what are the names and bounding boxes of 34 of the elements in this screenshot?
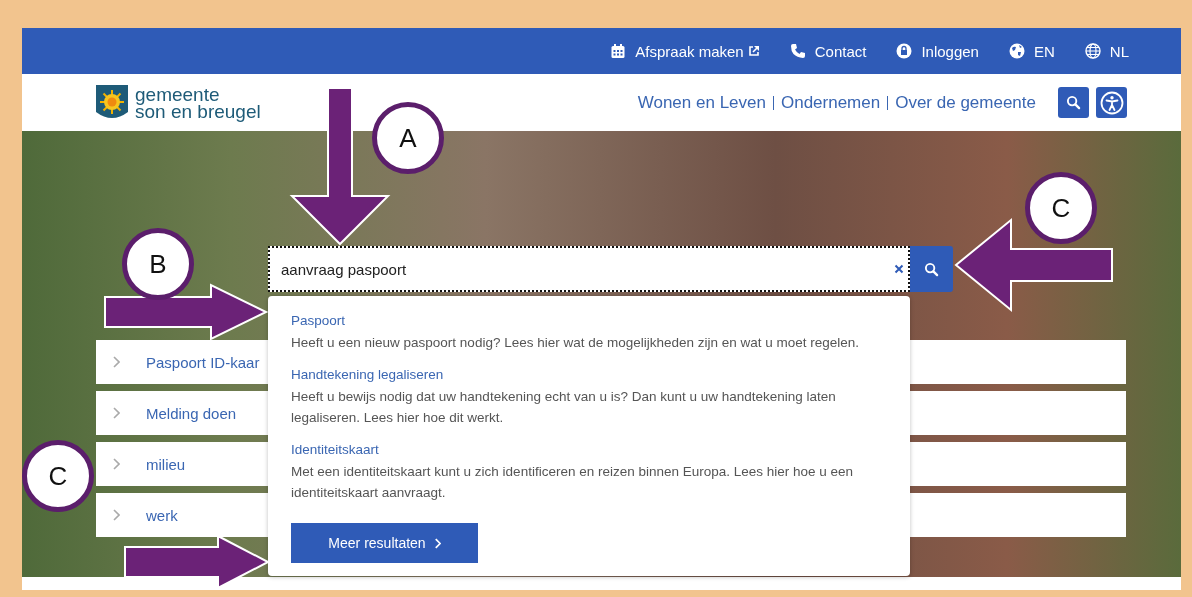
top-link[interactable]: Contact bbox=[789, 42, 867, 60]
chevron-icon bbox=[112, 356, 120, 368]
top-link[interactable]: EN bbox=[1008, 42, 1055, 60]
suggestion-text: Heeft u een nieuw paspoort nodig? Lees hier wat de mogelijkheden zijn en wat u moet regelen. bbox=[291, 334, 861, 352]
search-button[interactable] bbox=[1058, 87, 1089, 118]
nav-link[interactable]: Wonen en Leven bbox=[637, 92, 766, 113]
clear-icon[interactable] bbox=[894, 264, 904, 274]
search-icon bbox=[924, 261, 939, 277]
top-link[interactable]: NL bbox=[1084, 42, 1129, 60]
accessibility-icon bbox=[1099, 90, 1124, 115]
nav-link[interactable]: Ondernemen bbox=[780, 92, 881, 113]
search-icon bbox=[1066, 95, 1081, 110]
more-results-button[interactable]: Meer resultaten bbox=[291, 523, 478, 563]
chevron-icon bbox=[112, 407, 120, 419]
accessibility-button[interactable] bbox=[1096, 87, 1127, 118]
search-button[interactable] bbox=[910, 246, 953, 292]
chevron-icon bbox=[433, 537, 441, 549]
suggestion-link[interactable]: Handtekening legaliseren bbox=[291, 367, 887, 382]
chevron-icon bbox=[112, 509, 120, 521]
globe-icon bbox=[1008, 43, 1025, 59]
top-link[interactable]: Afspraak maken bbox=[610, 42, 760, 60]
chevron-icon bbox=[112, 458, 120, 470]
calendar-icon bbox=[610, 43, 627, 59]
suggestion-link[interactable]: Paspoort bbox=[291, 313, 887, 328]
globe-icon bbox=[1084, 43, 1101, 59]
top-link[interactable]: Inloggen bbox=[896, 42, 979, 60]
nav-link[interactable]: Over de gemeente bbox=[895, 92, 1036, 113]
phone-icon bbox=[789, 43, 806, 59]
lock-icon bbox=[896, 43, 913, 59]
search-field[interactable]: aanvraag paspoort bbox=[268, 246, 910, 292]
suggestion-link[interactable]: Identiteitskaart bbox=[291, 442, 887, 457]
suggestion-text: Heeft u bewijs nodig dat uw handtekening echt van u is? Dan kunt u uw handtekening laten legaliseren. Lees hier hoe dit werkt. bbox=[291, 388, 837, 427]
logo-text[interactable]: gemeente bbox=[135, 85, 261, 103]
suggestion-text: Met een identiteitskaart kunt u zich identificeren en reizen binnen Europa. Lees hier hoe u een identiteitskaart aanvraagt. bbox=[291, 463, 855, 502]
